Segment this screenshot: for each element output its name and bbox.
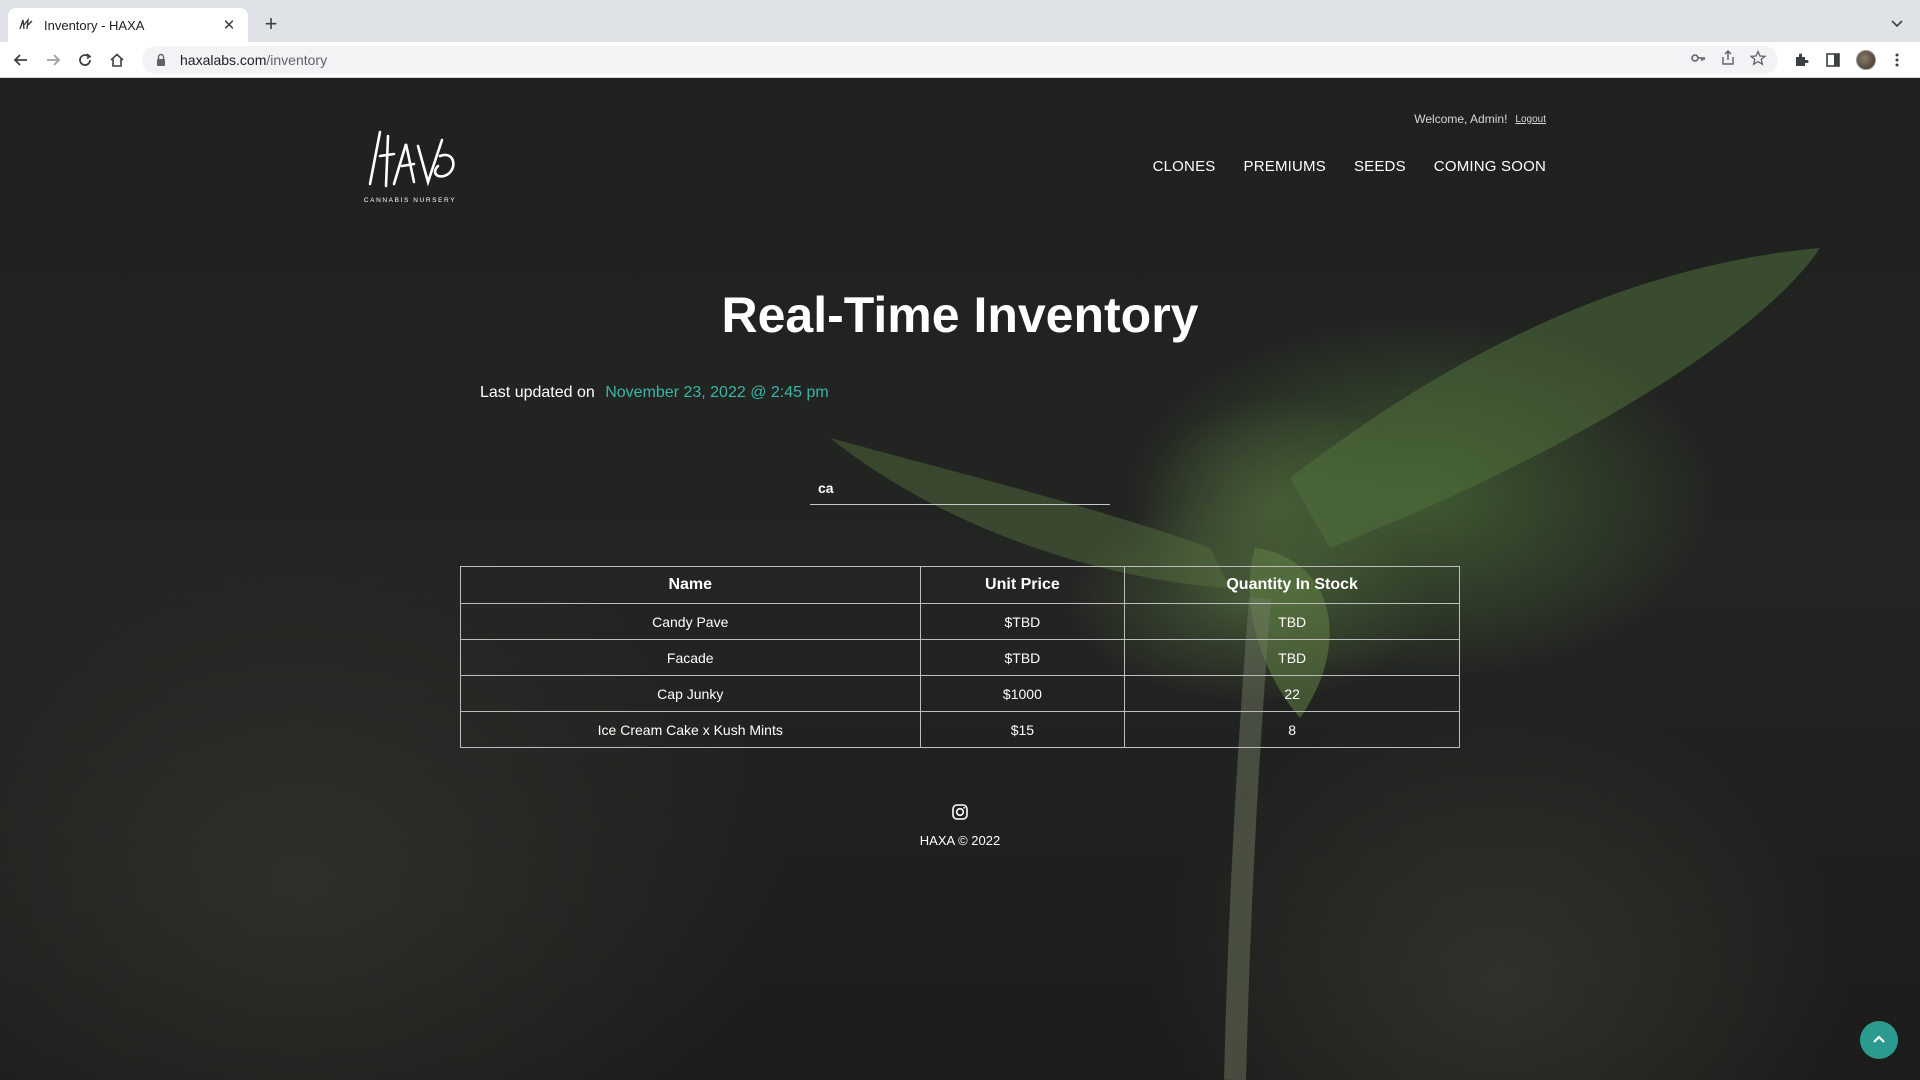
table-row: Facade $TBD TBD [460, 639, 1460, 676]
share-icon[interactable] [1720, 50, 1736, 66]
tab-title: Inventory - HAXA [44, 17, 145, 33]
key-icon[interactable] [1690, 50, 1706, 66]
cell-unit-price: $TBD [919, 639, 1126, 676]
cell-unit-price: $1000 [919, 675, 1126, 712]
column-header-quantity[interactable]: Quantity In Stock [1124, 566, 1460, 604]
nav-seeds[interactable]: SEEDS [1354, 158, 1406, 175]
cell-name: Cap Junky [460, 675, 921, 712]
browser-toolbar: haxalabs.com/inventory [0, 42, 1920, 78]
reload-icon[interactable] [74, 49, 96, 71]
haxa-logo[interactable]: CANNABIS NURSERY [358, 126, 462, 206]
url-text: haxalabs.com/inventory [180, 52, 328, 68]
tab-search-chevron-icon[interactable] [1888, 14, 1906, 32]
home-icon[interactable] [106, 49, 128, 71]
cell-unit-price: $TBD [919, 603, 1126, 640]
table-row: Ice Cream Cake x Kush Mints $15 8 [460, 711, 1460, 748]
last-updated: Last updated on November 23, 2022 @ 2:45… [480, 384, 829, 402]
cell-name: Candy Pave [460, 603, 921, 640]
column-header-name[interactable]: Name [460, 566, 921, 604]
back-icon[interactable] [10, 49, 32, 71]
forward-icon[interactable] [42, 49, 64, 71]
cell-name: Ice Cream Cake x Kush Mints [460, 711, 921, 748]
address-bar[interactable]: haxalabs.com/inventory [142, 46, 1778, 74]
page-background: CANNABIS NURSERY Welcome, Admin! Logout … [0, 78, 1920, 1080]
haxa-favicon-icon [19, 17, 33, 30]
cell-unit-price: $15 [919, 711, 1126, 748]
column-header-unit-price[interactable]: Unit Price [919, 566, 1126, 604]
search-field-wrapper [810, 473, 1110, 505]
menu-icon[interactable] [1886, 49, 1908, 71]
last-updated-label: Last updated on [480, 384, 595, 401]
chevron-up-icon [1873, 1035, 1885, 1043]
extensions-icon[interactable] [1790, 49, 1812, 71]
cell-quantity: TBD [1124, 639, 1460, 676]
search-input[interactable] [810, 473, 1110, 503]
welcome-text: Welcome, Admin! [1414, 112, 1508, 126]
lock-icon[interactable] [154, 53, 168, 67]
new-tab-icon[interactable]: + [258, 12, 284, 38]
logo-subtitle: CANNABIS NURSERY [364, 197, 456, 204]
cell-quantity: TBD [1124, 603, 1460, 640]
table-row: Cap Junky $1000 22 [460, 675, 1460, 712]
nav-clones[interactable]: CLONES [1153, 158, 1216, 175]
cell-quantity: 8 [1124, 711, 1460, 748]
nav-premiums[interactable]: PREMIUMS [1244, 158, 1326, 175]
instagram-icon[interactable] [951, 803, 969, 821]
inventory-table: Name Unit Price Quantity In Stock Candy … [460, 566, 1460, 748]
last-updated-timestamp: November 23, 2022 @ 2:45 pm [605, 384, 829, 401]
profile-avatar[interactable] [1856, 50, 1876, 70]
table-header-row: Name Unit Price Quantity In Stock [460, 566, 1460, 604]
page-title: Real-Time Inventory [721, 287, 1199, 343]
copyright-text: HAXA © 2022 [919, 833, 1001, 848]
close-tab-icon[interactable]: ✕ [220, 16, 238, 34]
side-panel-icon[interactable] [1822, 49, 1844, 71]
cell-quantity: 22 [1124, 675, 1460, 712]
browser-tab[interactable]: Inventory - HAXA ✕ [8, 8, 248, 42]
browser-tabstrip: Inventory - HAXA ✕ + [0, 0, 1920, 42]
main-nav: CLONES PREMIUMS SEEDS COMING SOON [1153, 158, 1546, 175]
scroll-to-top-button[interactable] [1860, 1021, 1898, 1059]
star-icon[interactable] [1750, 50, 1766, 66]
logout-link[interactable]: Logout [1515, 114, 1546, 125]
nav-coming-soon[interactable]: COMING SOON [1434, 158, 1546, 175]
cell-name: Facade [460, 639, 921, 676]
table-row: Candy Pave $TBD TBD [460, 603, 1460, 640]
welcome-area: Welcome, Admin! Logout [1414, 112, 1546, 126]
